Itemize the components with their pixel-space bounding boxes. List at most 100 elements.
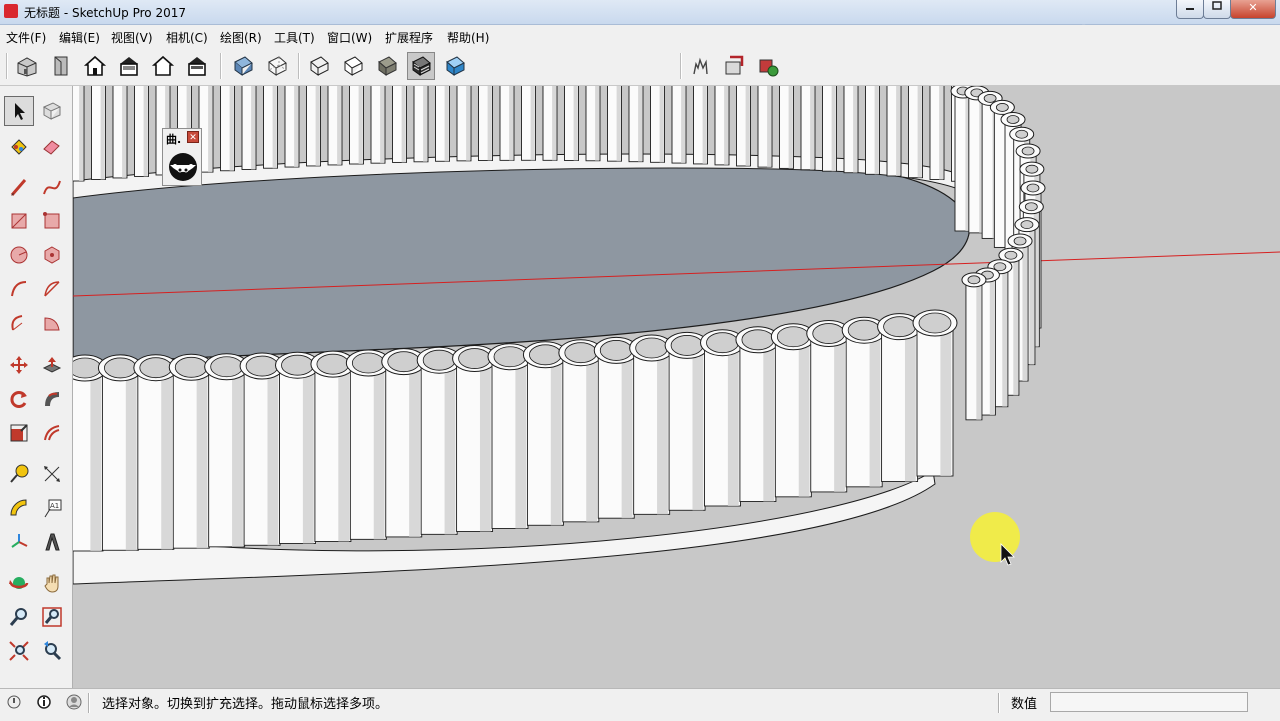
- measurements-input[interactable]: [1050, 692, 1248, 712]
- select-tool[interactable]: [4, 96, 34, 126]
- polygon-tool[interactable]: [37, 240, 67, 270]
- menu-window[interactable]: 窗口(W): [327, 29, 372, 46]
- line-tool[interactable]: [4, 172, 34, 202]
- shaded-button[interactable]: [373, 52, 401, 80]
- paint-bucket-tool[interactable]: [4, 131, 34, 161]
- move-tool[interactable]: [4, 350, 34, 380]
- previous-view-tool[interactable]: [37, 636, 67, 666]
- cylinder-post: [97, 354, 143, 551]
- minimize-button[interactable]: [1176, 0, 1204, 19]
- zoom-tool[interactable]: [4, 602, 34, 632]
- pan-tool[interactable]: [37, 568, 67, 598]
- cylinder-post: [413, 86, 429, 163]
- rotated-rectangle-icon: [43, 212, 60, 229]
- cylinder-post: [73, 86, 85, 182]
- back-view-button[interactable]: [149, 52, 177, 80]
- orbit-tool[interactable]: [4, 568, 34, 598]
- tape-measure-icon: [10, 464, 29, 483]
- cylinder-post: [435, 86, 450, 162]
- follow-me-tool[interactable]: [37, 384, 67, 414]
- pie-tool[interactable]: [37, 308, 67, 338]
- arc-tool[interactable]: [4, 274, 34, 304]
- zoom-extents-tool[interactable]: [4, 636, 34, 666]
- offset-tool[interactable]: [37, 418, 67, 448]
- extension-warehouse-button[interactable]: [754, 52, 782, 80]
- zoom-extents-icon: [9, 641, 29, 661]
- front-view-button[interactable]: [81, 52, 109, 80]
- menu-tools[interactable]: 工具(T): [274, 29, 315, 46]
- geolocation-icon[interactable]: [6, 694, 22, 710]
- get-models-button[interactable]: [686, 52, 714, 80]
- curve-plugin-icon[interactable]: [167, 151, 199, 183]
- credits-icon[interactable]: [36, 694, 52, 710]
- menu-draw[interactable]: 绘图(R): [220, 29, 262, 46]
- cylinder-post: [593, 336, 639, 519]
- make-component-tool[interactable]: [37, 96, 67, 126]
- model-viewport[interactable]: 曲. ✕: [73, 86, 1280, 688]
- xray-button[interactable]: [229, 52, 257, 80]
- rotate-tool[interactable]: [4, 384, 34, 414]
- protractor-tool[interactable]: [4, 493, 34, 523]
- cylinder-post: [349, 86, 364, 165]
- cylinder-post: [327, 86, 343, 166]
- orbit-icon: [9, 577, 29, 589]
- rectangle-tool[interactable]: [4, 206, 34, 236]
- rotated-rectangle-tool[interactable]: [37, 206, 67, 236]
- share-model-button[interactable]: [720, 52, 748, 80]
- menu-camera[interactable]: 相机(C): [166, 29, 208, 46]
- right-view-button[interactable]: [115, 52, 143, 80]
- wireframe-button[interactable]: [305, 52, 333, 80]
- shaded-textures-icon: [412, 56, 431, 76]
- three-point-arc-tool[interactable]: [4, 308, 34, 338]
- shaded-textures-button[interactable]: [407, 52, 435, 80]
- text-tool[interactable]: A1: [37, 493, 67, 523]
- circle-tool[interactable]: [4, 240, 34, 270]
- cylinder-post: [671, 86, 687, 164]
- menu-edit[interactable]: 编辑(E): [59, 29, 100, 46]
- move-icon: [10, 356, 28, 374]
- sketchup-app-icon[interactable]: [4, 4, 18, 18]
- maximize-button[interactable]: [1203, 0, 1231, 19]
- cylinder-post: [912, 309, 958, 477]
- top-view-button[interactable]: [47, 52, 75, 80]
- dimension-icon: [44, 466, 60, 482]
- 3d-text-tool[interactable]: [37, 527, 67, 557]
- wireframe-icon: [310, 56, 329, 76]
- left-view-button[interactable]: [183, 52, 211, 80]
- offset-icon: [44, 425, 60, 441]
- window-title: 无标题 - SketchUp Pro 2017: [24, 6, 186, 20]
- curve-floating-toolbar[interactable]: 曲. ✕: [162, 128, 202, 186]
- cylinder-post: [585, 86, 601, 162]
- floating-toolbar-close-button[interactable]: ✕: [187, 131, 199, 143]
- two-point-arc-tool[interactable]: [37, 274, 67, 304]
- freehand-tool[interactable]: [37, 172, 67, 202]
- axes-tool[interactable]: [4, 527, 34, 557]
- eraser-tool[interactable]: [37, 131, 67, 161]
- dimension-tool[interactable]: [37, 459, 67, 489]
- iso-view-button[interactable]: [13, 52, 41, 80]
- push-pull-icon: [42, 357, 62, 373]
- menu-view[interactable]: 视图(V): [111, 29, 153, 46]
- cylinder-post: [310, 350, 356, 542]
- back-edges-icon: [268, 56, 287, 76]
- cylinder-post: [841, 316, 887, 488]
- zoom-window-tool[interactable]: [37, 602, 67, 632]
- user-icon[interactable]: [66, 694, 82, 710]
- scale-tool[interactable]: [4, 418, 34, 448]
- cylinder-post: [499, 86, 515, 161]
- menu-file[interactable]: 文件(F): [6, 29, 46, 46]
- menu-help[interactable]: 帮助(H): [447, 29, 489, 46]
- push-pull-tool[interactable]: [37, 350, 67, 380]
- close-button[interactable]: ✕: [1230, 0, 1276, 19]
- back-edges-button[interactable]: [263, 52, 291, 80]
- left-view-icon: [188, 57, 206, 76]
- cylinder-post: [822, 86, 837, 172]
- follow-me-icon: [45, 392, 59, 406]
- hidden-line-button[interactable]: [339, 52, 367, 80]
- front-view-icon: [83, 55, 107, 76]
- cylinder-post: [112, 86, 128, 179]
- menu-extensions[interactable]: 扩展程序: [385, 29, 433, 46]
- monochrome-button[interactable]: [441, 52, 469, 80]
- close-icon: ✕: [1248, 1, 1258, 14]
- tape-measure-tool[interactable]: [4, 459, 34, 489]
